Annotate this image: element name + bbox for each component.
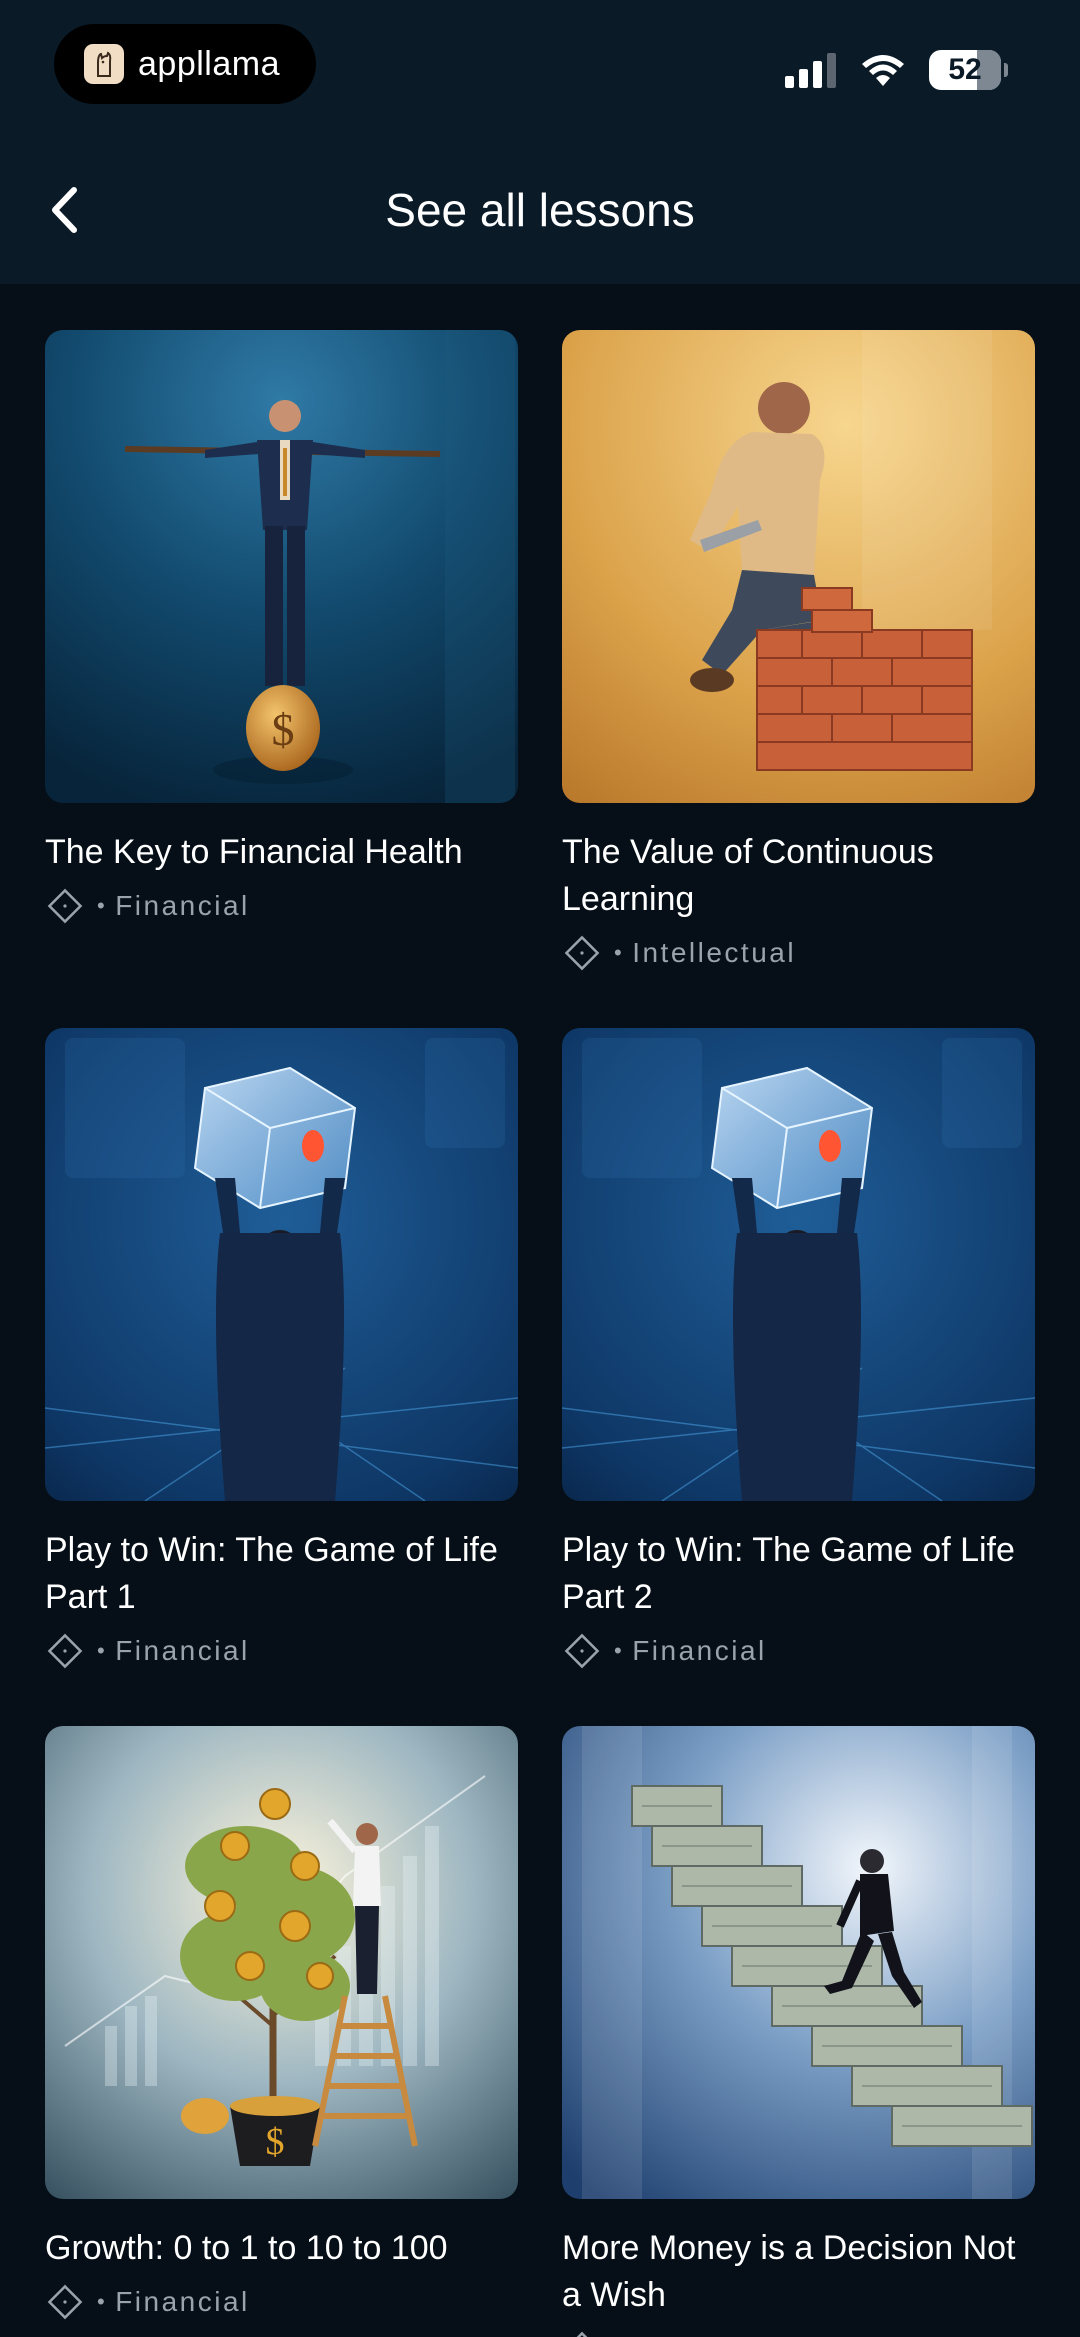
lessons-screen: appllama 52 See all lessons $ The Key to… [0,0,1080,2337]
lesson-meta: • Financial [562,1631,1035,1671]
battery-icon: 52 [929,50,1008,90]
lesson-thumbnail [562,1726,1035,2199]
llama-logo-icon [84,44,124,84]
status-icons: 52 [785,50,1008,90]
app-name: appllama [138,44,280,83]
lesson-thumbnail [562,330,1035,803]
diamond-icon [47,1633,83,1669]
header: appllama 52 See all lessons [0,0,1080,284]
lesson-card[interactable]: $ The Key to Financial Health • Financia… [45,330,518,926]
lesson-title: Play to Win: The Game of Life Part 1 [45,1531,498,1616]
wifi-icon [862,55,904,86]
lesson-title: The Value of Continuous Learning [562,833,934,918]
diamond-icon [564,2331,600,2337]
cellular-signal-icon [785,53,836,88]
lesson-card[interactable]: Play to Win: The Game of Life Part 2 • F… [562,1028,1035,1671]
lesson-category: Financial [115,890,250,921]
lesson-title: Growth: 0 to 1 to 10 to 100 [45,2229,448,2267]
lesson-thumbnail: $ [45,1726,518,2199]
diamond-icon [564,1633,600,1669]
lesson-category: Financial [115,1635,250,1666]
lesson-thumbnail: $ [45,330,518,803]
lesson-category: Financial [115,2286,250,2317]
svg-text:$: $ [272,704,295,755]
lesson-category: Financial [632,1635,767,1666]
lesson-title: The Key to Financial Health [45,833,463,871]
lesson-meta: • Financial [45,2282,518,2322]
lesson-meta: • Intellectual [562,933,1035,973]
lesson-meta: • Financial [45,886,518,926]
lesson-meta: • [562,2329,1035,2337]
lesson-card[interactable]: $ Growth: 0 to 1 to 10 to 100 • Financia… [45,1726,518,2322]
lesson-title: More Money is a Decision Not a Wish [562,2229,1016,2314]
lesson-category: Intellectual [632,937,797,968]
app-indicator-pill[interactable]: appllama [54,24,316,104]
lesson-card[interactable]: More Money is a Decision Not a Wish • [562,1726,1035,2337]
svg-text:$: $ [266,2121,285,2163]
diamond-icon [47,888,83,924]
lesson-meta: • Financial [45,1631,518,1671]
lesson-card[interactable]: The Value of Continuous Learning • Intel… [562,330,1035,973]
lesson-title: Play to Win: The Game of Life Part 2 [562,1531,1015,1616]
diamond-icon [47,2284,83,2320]
page-title: See all lessons [385,184,695,236]
navigation-bar: See all lessons [0,160,1080,260]
diamond-icon [564,935,600,971]
lesson-thumbnail [45,1028,518,1501]
lesson-card[interactable]: Play to Win: The Game of Life Part 1 • F… [45,1028,518,1671]
lesson-thumbnail [562,1028,1035,1501]
battery-level: 52 [948,53,982,86]
